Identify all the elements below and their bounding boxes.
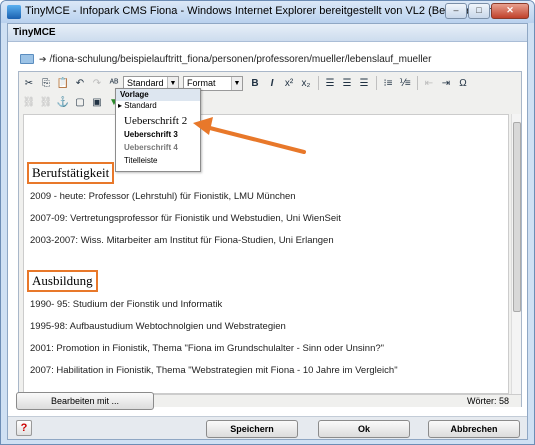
breadcrumb: ➔ /fiona-schulung/beispielauftritt_fiona… — [20, 52, 431, 66]
align-center-icon[interactable]: ☰ — [339, 75, 355, 91]
toolbar-row-2: ⛓ ⛓ ⚓ ▢ ▣ ▼ — [21, 93, 123, 111]
content-line: 2009 - heute: Professor (Lehrstuhl) für … — [30, 191, 296, 202]
dropdown-item-h2[interactable]: Ueberschrift 2 — [116, 112, 200, 130]
bullet-list-icon[interactable]: ⁝≡ — [380, 75, 396, 91]
indent-icon[interactable]: ⇥ — [438, 75, 454, 91]
edit-with-button[interactable]: Bearbeiten mit ... — [16, 392, 154, 410]
rich-text-editor: ✂ ⎘ 📋 ↶ ↷ ᴬᴮ Standard ▼ Format ▼ B I x² x₂… — [18, 71, 522, 407]
link-icon[interactable]: ⛓ — [21, 94, 37, 110]
separator — [318, 76, 319, 90]
browser-window: TinyMCE - Infopark CMS Fiona - Windows I… — [0, 0, 535, 445]
ok-button[interactable]: Ok — [318, 420, 410, 438]
dialog-client: TinyMCE ➔ /fiona-schulung/beispielauftri… — [7, 23, 528, 440]
special-char-icon[interactable]: Ω — [455, 75, 471, 91]
save-button[interactable]: Speichern — [206, 420, 298, 438]
unlink-icon[interactable]: ⛓ — [38, 94, 54, 110]
window-titlebar: TinyMCE - Infopark CMS Fiona - Windows I… — [1, 1, 534, 23]
word-count: Wörter: 58 — [466, 396, 509, 406]
scroll-thumb[interactable] — [513, 122, 521, 312]
app-title: TinyMCE — [8, 24, 527, 42]
minimize-button[interactable]: – — [445, 3, 467, 19]
image-icon[interactable]: ▢ — [72, 94, 88, 110]
content-line: 2003-2007: Wiss. Mitarbeiter am Institut… — [30, 235, 334, 246]
dropdown-header: Vorlage — [116, 89, 200, 101]
close-button[interactable]: ✕ — [491, 3, 529, 19]
heading-berufstaetigkeit: Berufstätigkeit — [27, 162, 115, 184]
outdent-icon[interactable]: ⇤ — [421, 75, 437, 91]
heading-ausbildung: Ausbildung — [27, 270, 98, 292]
dialog-footer: ? Speichern Ok Abbrechen — [8, 416, 527, 439]
content-line: 1995-98: Aufbaustudium Webtochnolgien un… — [30, 321, 286, 332]
ie-icon — [7, 5, 21, 19]
numbered-list-icon[interactable]: ⅟≡ — [397, 75, 413, 91]
undo-icon[interactable]: ↶ — [72, 75, 88, 91]
cut-icon[interactable]: ✂ — [21, 75, 37, 91]
vertical-scrollbar[interactable] — [511, 114, 521, 394]
content-line: 2007-09: Vertretungsprofessor für Fionis… — [30, 213, 341, 224]
redo-icon[interactable]: ↷ — [89, 75, 105, 91]
toolbar-row-1: ✂ ⎘ 📋 ↶ ↷ ᴬᴮ Standard ▼ Format ▼ B I x² x₂… — [21, 74, 472, 92]
dropdown-item-standard[interactable]: ▸ Standard — [116, 101, 200, 112]
table-icon[interactable]: ▣ — [89, 94, 105, 110]
paste-icon[interactable]: 📋 — [55, 75, 71, 91]
bold-icon[interactable]: B — [247, 75, 263, 91]
separator — [417, 76, 418, 90]
content-line: 2007: Habilitation in Fionistik, Thema "… — [30, 365, 398, 376]
folder-icon — [20, 54, 34, 64]
content-line: 2001: Promotion in Fionistik, Thema "Fio… — [30, 343, 385, 354]
chevron-down-icon: ▼ — [231, 76, 242, 90]
subscript-icon[interactable]: x₂ — [298, 75, 314, 91]
superscript-icon[interactable]: x² — [281, 75, 297, 91]
dropdown-item-h4[interactable]: Ueberschrift 4 — [116, 143, 200, 156]
separator — [376, 76, 377, 90]
align-right-icon[interactable]: ☰ — [356, 75, 372, 91]
content-line: 1990- 95: Studium der Fionstik und Infor… — [30, 299, 223, 310]
arrow-right-icon: ➔ — [39, 53, 47, 64]
maximize-button[interactable]: □ — [468, 3, 490, 19]
dropdown-item-titelleiste[interactable]: Titelleiste — [116, 156, 200, 167]
window-title: TinyMCE - Infopark CMS Fiona - Windows I… — [25, 5, 515, 17]
align-left-icon[interactable]: ☰ — [322, 75, 338, 91]
editor-content[interactable]: Berufstätigkeit 2009 - heute: Professor … — [23, 114, 509, 394]
file-path: /fiona-schulung/beispielauftritt_fiona/p… — [49, 53, 432, 65]
copy-icon[interactable]: ⎘ — [38, 75, 54, 91]
cancel-button[interactable]: Abbrechen — [428, 420, 520, 438]
dropdown-item-h3[interactable]: Ueberschrift 3 — [116, 130, 200, 143]
italic-icon[interactable]: I — [264, 75, 280, 91]
anchor-icon[interactable]: ⚓ — [55, 94, 71, 110]
help-icon[interactable]: ? — [16, 420, 32, 436]
style-dropdown-menu: Vorlage ▸ Standard Ueberschrift 2 Uebers… — [115, 88, 201, 172]
